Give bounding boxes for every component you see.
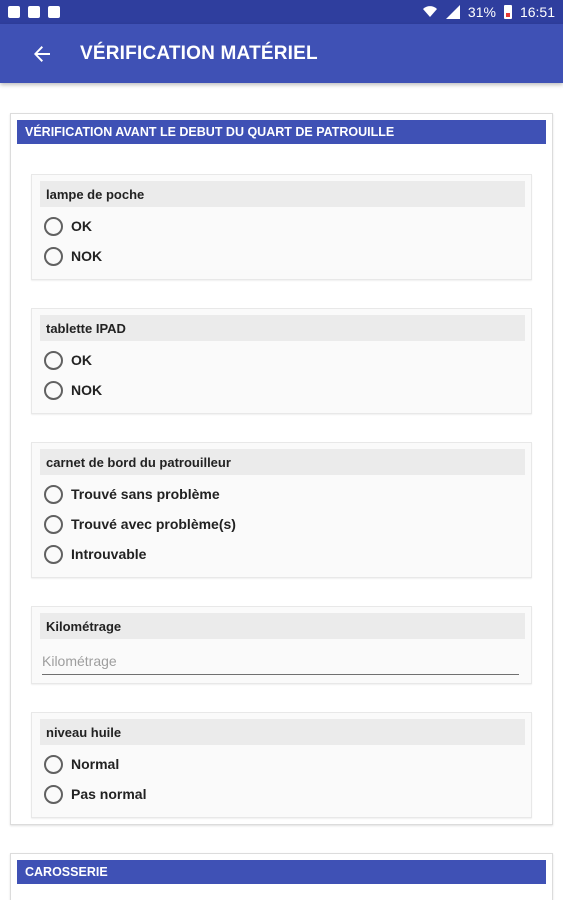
radio-label: OK <box>71 218 92 234</box>
status-bar: 31% 16:51 <box>0 0 563 24</box>
signal-icon <box>445 5 460 19</box>
battery-icon <box>503 5 512 19</box>
kilometrage-input[interactable] <box>42 649 519 675</box>
battery-percent: 31% <box>467 4 496 20</box>
radio-option-nok[interactable]: NOK <box>40 375 525 405</box>
card-label: Kilométrage <box>40 613 525 639</box>
section-carosserie: CAROSSERIE <box>10 853 553 900</box>
card-label: niveau huile <box>40 719 525 745</box>
app-bar: VÉRIFICATION MATÉRIEL <box>0 24 563 83</box>
card-label: lampe de poche <box>40 181 525 207</box>
card-lampe-de-poche: lampe de poche OK NOK <box>31 174 532 280</box>
section-header: VÉRIFICATION AVANT LE DEBUT DU QUART DE … <box>17 120 546 144</box>
gallery-icon <box>48 6 60 18</box>
radio-label: Trouvé avec problème(s) <box>71 516 236 532</box>
clock: 16:51 <box>519 4 555 20</box>
radio-button[interactable] <box>44 544 63 564</box>
card-label: tablette IPAD <box>40 315 525 341</box>
radio-button[interactable] <box>44 216 63 236</box>
card-niveau-huile: niveau huile Normal Pas normal <box>31 712 532 818</box>
radio-label: Pas normal <box>71 786 147 802</box>
radio-option-pas-normal[interactable]: Pas normal <box>40 779 525 809</box>
card-carnet-de-bord: carnet de bord du patrouilleur Trouvé sa… <box>31 442 532 578</box>
radio-button[interactable] <box>44 514 63 534</box>
radio-button[interactable] <box>44 484 63 504</box>
status-right: 31% 16:51 <box>422 4 555 21</box>
facebook-icon <box>8 6 20 18</box>
radio-option-ok[interactable]: OK <box>40 345 525 375</box>
radio-option-ok[interactable]: OK <box>40 211 525 241</box>
radio-option-introuvable[interactable]: Introuvable <box>40 539 525 569</box>
radio-option-normal[interactable]: Normal <box>40 749 525 779</box>
radio-button[interactable] <box>44 754 63 774</box>
radio-label: Normal <box>71 756 120 772</box>
radio-label: NOK <box>71 382 103 398</box>
radio-button[interactable] <box>44 246 63 266</box>
radio-label: Introuvable <box>71 546 147 562</box>
radio-button[interactable] <box>44 380 63 400</box>
card-tablette-ipad: tablette IPAD OK NOK <box>31 308 532 414</box>
messenger-icon <box>28 6 40 18</box>
back-arrow-icon[interactable] <box>30 42 54 66</box>
radio-option-trouve-avec-problemes[interactable]: Trouvé avec problème(s) <box>40 509 525 539</box>
page-title: VÉRIFICATION MATÉRIEL <box>80 42 318 64</box>
radio-button[interactable] <box>44 784 63 804</box>
radio-button[interactable] <box>44 350 63 370</box>
radio-label: NOK <box>71 248 103 264</box>
radio-label: Trouvé sans problème <box>71 486 220 502</box>
card-kilometrage: Kilométrage <box>31 606 532 684</box>
section-header: CAROSSERIE <box>17 860 546 884</box>
radio-option-nok[interactable]: NOK <box>40 241 525 271</box>
radio-label: OK <box>71 352 92 368</box>
form-content: VÉRIFICATION AVANT LE DEBUT DU QUART DE … <box>0 83 563 900</box>
wifi-icon <box>422 4 438 21</box>
status-left <box>8 6 60 18</box>
card-label: carnet de bord du patrouilleur <box>40 449 525 475</box>
section-verification: VÉRIFICATION AVANT LE DEBUT DU QUART DE … <box>10 113 553 825</box>
radio-option-trouve-sans-probleme[interactable]: Trouvé sans problème <box>40 479 525 509</box>
section-body: lampe de poche OK NOK tablette IPAD OK N… <box>17 144 546 824</box>
